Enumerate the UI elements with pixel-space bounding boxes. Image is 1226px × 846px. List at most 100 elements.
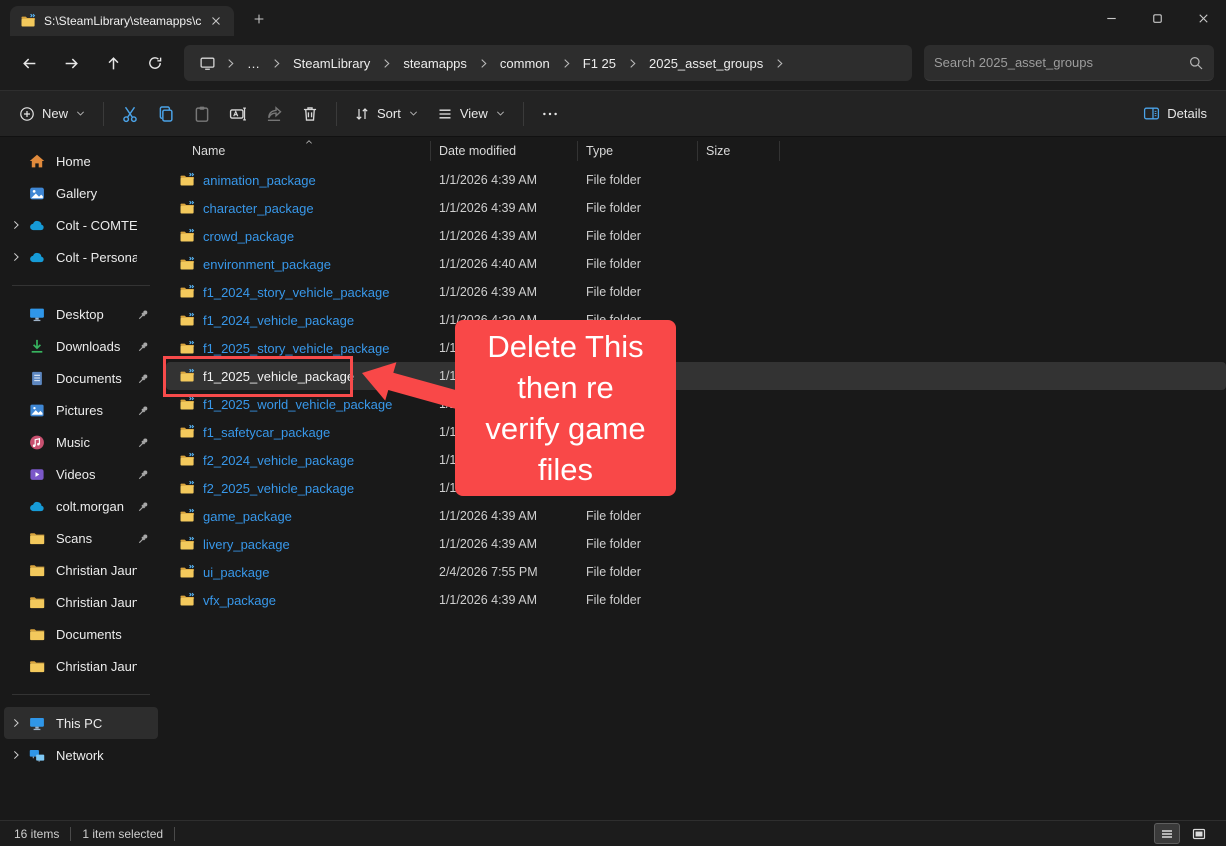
compressed-folder-icon	[178, 340, 196, 356]
breadcrumb-item[interactable]: SteamLibrary	[284, 51, 379, 76]
file-type: File folder	[578, 537, 698, 551]
explorer-tab[interactable]: S:\SteamLibrary\steamapps\c	[10, 6, 234, 36]
copy-button[interactable]	[148, 97, 184, 131]
sidebar-item-christian-jauntig-t[interactable]: Christian Jauntig - T	[4, 650, 158, 682]
file-row[interactable]: f1_2024_vehicle_package 1/1/2026 4:39 AM…	[166, 306, 1226, 334]
chevron-down-icon	[495, 108, 506, 119]
chevron-right-icon[interactable]	[8, 749, 24, 761]
forward-icon	[63, 55, 80, 72]
paste-button[interactable]	[184, 97, 220, 131]
file-row[interactable]: vfx_package 1/1/2026 4:39 AM File folder	[166, 586, 1226, 614]
forward-button[interactable]	[53, 46, 89, 80]
breadcrumb-item[interactable]: F1 25	[574, 51, 625, 76]
divider	[12, 285, 150, 286]
new-button[interactable]: New	[10, 98, 95, 130]
file-row[interactable]: livery_package 1/1/2026 4:39 AM File fol…	[166, 530, 1226, 558]
back-button[interactable]	[11, 46, 47, 80]
file-name: game_package	[203, 509, 292, 524]
details-view-toggle[interactable]	[1154, 823, 1180, 844]
column-header-date-modified[interactable]: Date modified	[431, 141, 578, 161]
sidebar-item-label: Music	[56, 435, 137, 450]
rename-button[interactable]	[220, 97, 256, 131]
sidebar-item-network[interactable]: Network	[4, 739, 158, 771]
sidebar-item-colt-comtec-sys[interactable]: Colt - COMTEC SYS	[4, 209, 158, 241]
sidebar-item-gallery[interactable]: Gallery	[4, 177, 158, 209]
picture-icon	[28, 402, 46, 419]
file-row[interactable]: game_package 1/1/2026 4:39 AM File folde…	[166, 502, 1226, 530]
music-icon	[28, 434, 46, 451]
folder-icon	[28, 530, 46, 547]
file-row[interactable]: crowd_package 1/1/2026 4:39 AM File fold…	[166, 222, 1226, 250]
delete-button[interactable]	[292, 97, 328, 131]
sidebar-item-colt-personal[interactable]: Colt - Personal	[4, 241, 158, 273]
file-row[interactable]: character_package 1/1/2026 4:39 AM File …	[166, 194, 1226, 222]
sidebar-item-label: Gallery	[56, 186, 137, 201]
file-row[interactable]: f1_safetycar_package 1/1/2026 4:39 AM Fi…	[166, 418, 1226, 446]
breadcrumb-item[interactable]: 2025_asset_groups	[640, 51, 772, 76]
gallery-icon	[28, 185, 46, 202]
compressed-folder-icon	[178, 200, 196, 216]
column-header-size[interactable]: Size	[698, 141, 780, 161]
thumbnail-view-toggle[interactable]	[1186, 823, 1212, 844]
chevron-down-icon	[408, 108, 419, 119]
file-row[interactable]: f1_2024_story_vehicle_package 1/1/2026 4…	[166, 278, 1226, 306]
file-name: ui_package	[203, 565, 270, 580]
chevron-right-icon	[626, 57, 639, 70]
sort-button[interactable]: Sort	[345, 98, 428, 130]
share-button[interactable]	[256, 97, 292, 131]
sidebar-item-videos[interactable]: Videos	[4, 458, 158, 490]
file-name: f1_2024_vehicle_package	[203, 313, 354, 328]
sidebar-item-desktop[interactable]: Desktop	[4, 298, 158, 330]
file-row[interactable]: environment_package 1/1/2026 4:40 AM Fil…	[166, 250, 1226, 278]
more-options-button[interactable]	[532, 97, 568, 131]
chevron-right-icon[interactable]	[8, 219, 24, 231]
sidebar-item-this-pc[interactable]: This PC	[4, 707, 158, 739]
pin-icon	[137, 532, 150, 545]
file-name-cell: ui_package	[166, 564, 431, 580]
refresh-icon	[147, 55, 163, 71]
sidebar-item-colt-morgan[interactable]: colt.morgan	[4, 490, 158, 522]
more-options-icon	[541, 105, 559, 123]
sidebar-item-christian-jauntig[interactable]: Christian Jauntig	[4, 586, 158, 618]
file-type: File folder	[578, 509, 698, 523]
column-header-name[interactable]: Name	[166, 141, 431, 161]
view-button[interactable]: View	[428, 98, 515, 130]
folder-icon	[28, 626, 46, 643]
search-box[interactable]	[924, 45, 1214, 81]
breadcrumb-item[interactable]: steamapps	[394, 51, 476, 76]
search-input[interactable]	[934, 55, 1188, 70]
sidebar-item-home[interactable]: Home	[4, 145, 158, 177]
file-row[interactable]: ui_package 2/4/2026 7:55 PM File folder	[166, 558, 1226, 586]
file-row[interactable]: f2_2025_vehicle_package 1/1/2026 4:39 AM…	[166, 474, 1226, 502]
tab-bar: S:\SteamLibrary\steamapps\c	[0, 0, 1226, 36]
chevron-right-icon[interactable]	[8, 251, 24, 263]
cut-button[interactable]	[112, 97, 148, 131]
sidebar-item-pictures[interactable]: Pictures	[4, 394, 158, 426]
sidebar-item-downloads[interactable]: Downloads	[4, 330, 158, 362]
refresh-button[interactable]	[137, 46, 173, 80]
chevron-right-icon[interactable]	[8, 717, 24, 729]
breadcrumb-root[interactable]	[192, 50, 223, 77]
sidebar-item-label: Documents	[56, 627, 137, 642]
maximize-button[interactable]	[1134, 0, 1180, 36]
sidebar-item-christian-jauntig[interactable]: Christian Jauntig	[4, 554, 158, 586]
breadcrumb-item[interactable]: common	[491, 51, 559, 76]
breadcrumb-overflow[interactable]: …	[238, 51, 269, 76]
tab-close-button[interactable]	[206, 11, 226, 31]
sidebar-item-music[interactable]: Music	[4, 426, 158, 458]
sidebar-item-documents[interactable]: Documents	[4, 618, 158, 650]
new-tab-button[interactable]	[246, 6, 272, 32]
pin-icon	[137, 404, 150, 417]
file-row[interactable]: animation_package 1/1/2026 4:39 AM File …	[166, 166, 1226, 194]
pin-icon	[137, 340, 150, 353]
file-date-modified: 1/1/2026 4:39 AM	[431, 593, 578, 607]
sidebar-item-scans[interactable]: Scans	[4, 522, 158, 554]
column-header-type[interactable]: Type	[578, 141, 698, 161]
minimize-button[interactable]	[1088, 0, 1134, 36]
sidebar-item-documents[interactable]: Documents	[4, 362, 158, 394]
breadcrumb-items: SteamLibrary steamapps common F1 25 2025…	[284, 51, 787, 76]
up-button[interactable]	[95, 46, 131, 80]
close-window-button[interactable]	[1180, 0, 1226, 36]
details-button[interactable]: Details	[1134, 97, 1216, 130]
file-row[interactable]: f2_2024_vehicle_package 1/1/2026 4:39 AM…	[166, 446, 1226, 474]
